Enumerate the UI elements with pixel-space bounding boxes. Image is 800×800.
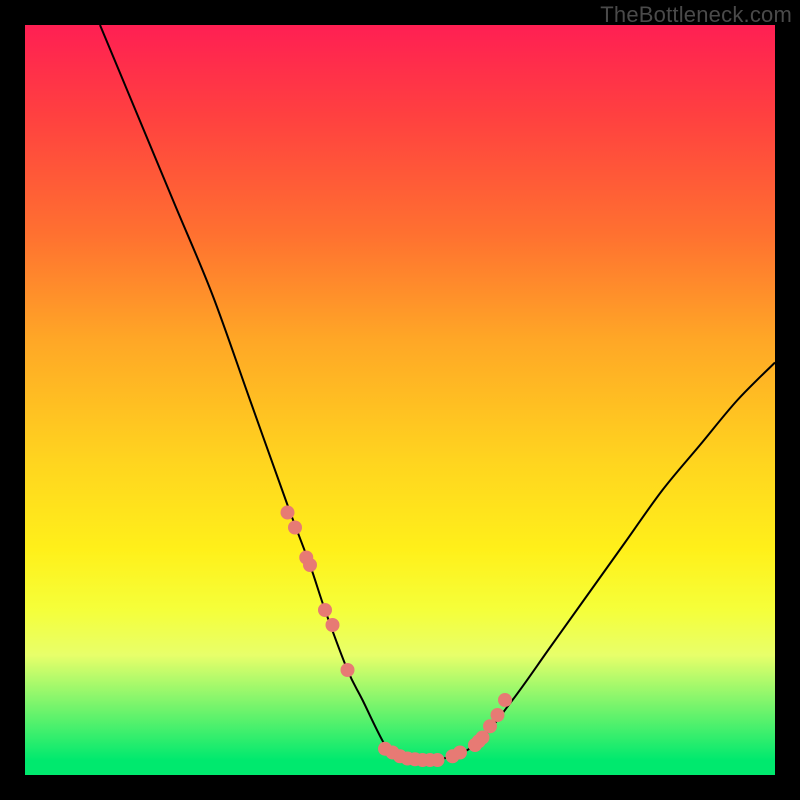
chart-marker — [476, 731, 489, 744]
chart-markers — [281, 506, 512, 767]
chart-marker — [281, 506, 294, 519]
chart-svg — [25, 25, 775, 775]
chart-marker — [454, 746, 467, 759]
chart-marker — [304, 559, 317, 572]
chart-frame: TheBottleneck.com — [0, 0, 800, 800]
chart-marker — [341, 664, 354, 677]
chart-marker — [326, 619, 339, 632]
chart-marker — [491, 709, 504, 722]
chart-marker — [431, 754, 444, 767]
chart-plot-area — [25, 25, 775, 775]
chart-curve — [100, 25, 775, 761]
chart-marker — [289, 521, 302, 534]
watermark-text: TheBottleneck.com — [600, 2, 792, 28]
chart-marker — [499, 694, 512, 707]
chart-marker — [319, 604, 332, 617]
chart-marker — [484, 720, 497, 733]
